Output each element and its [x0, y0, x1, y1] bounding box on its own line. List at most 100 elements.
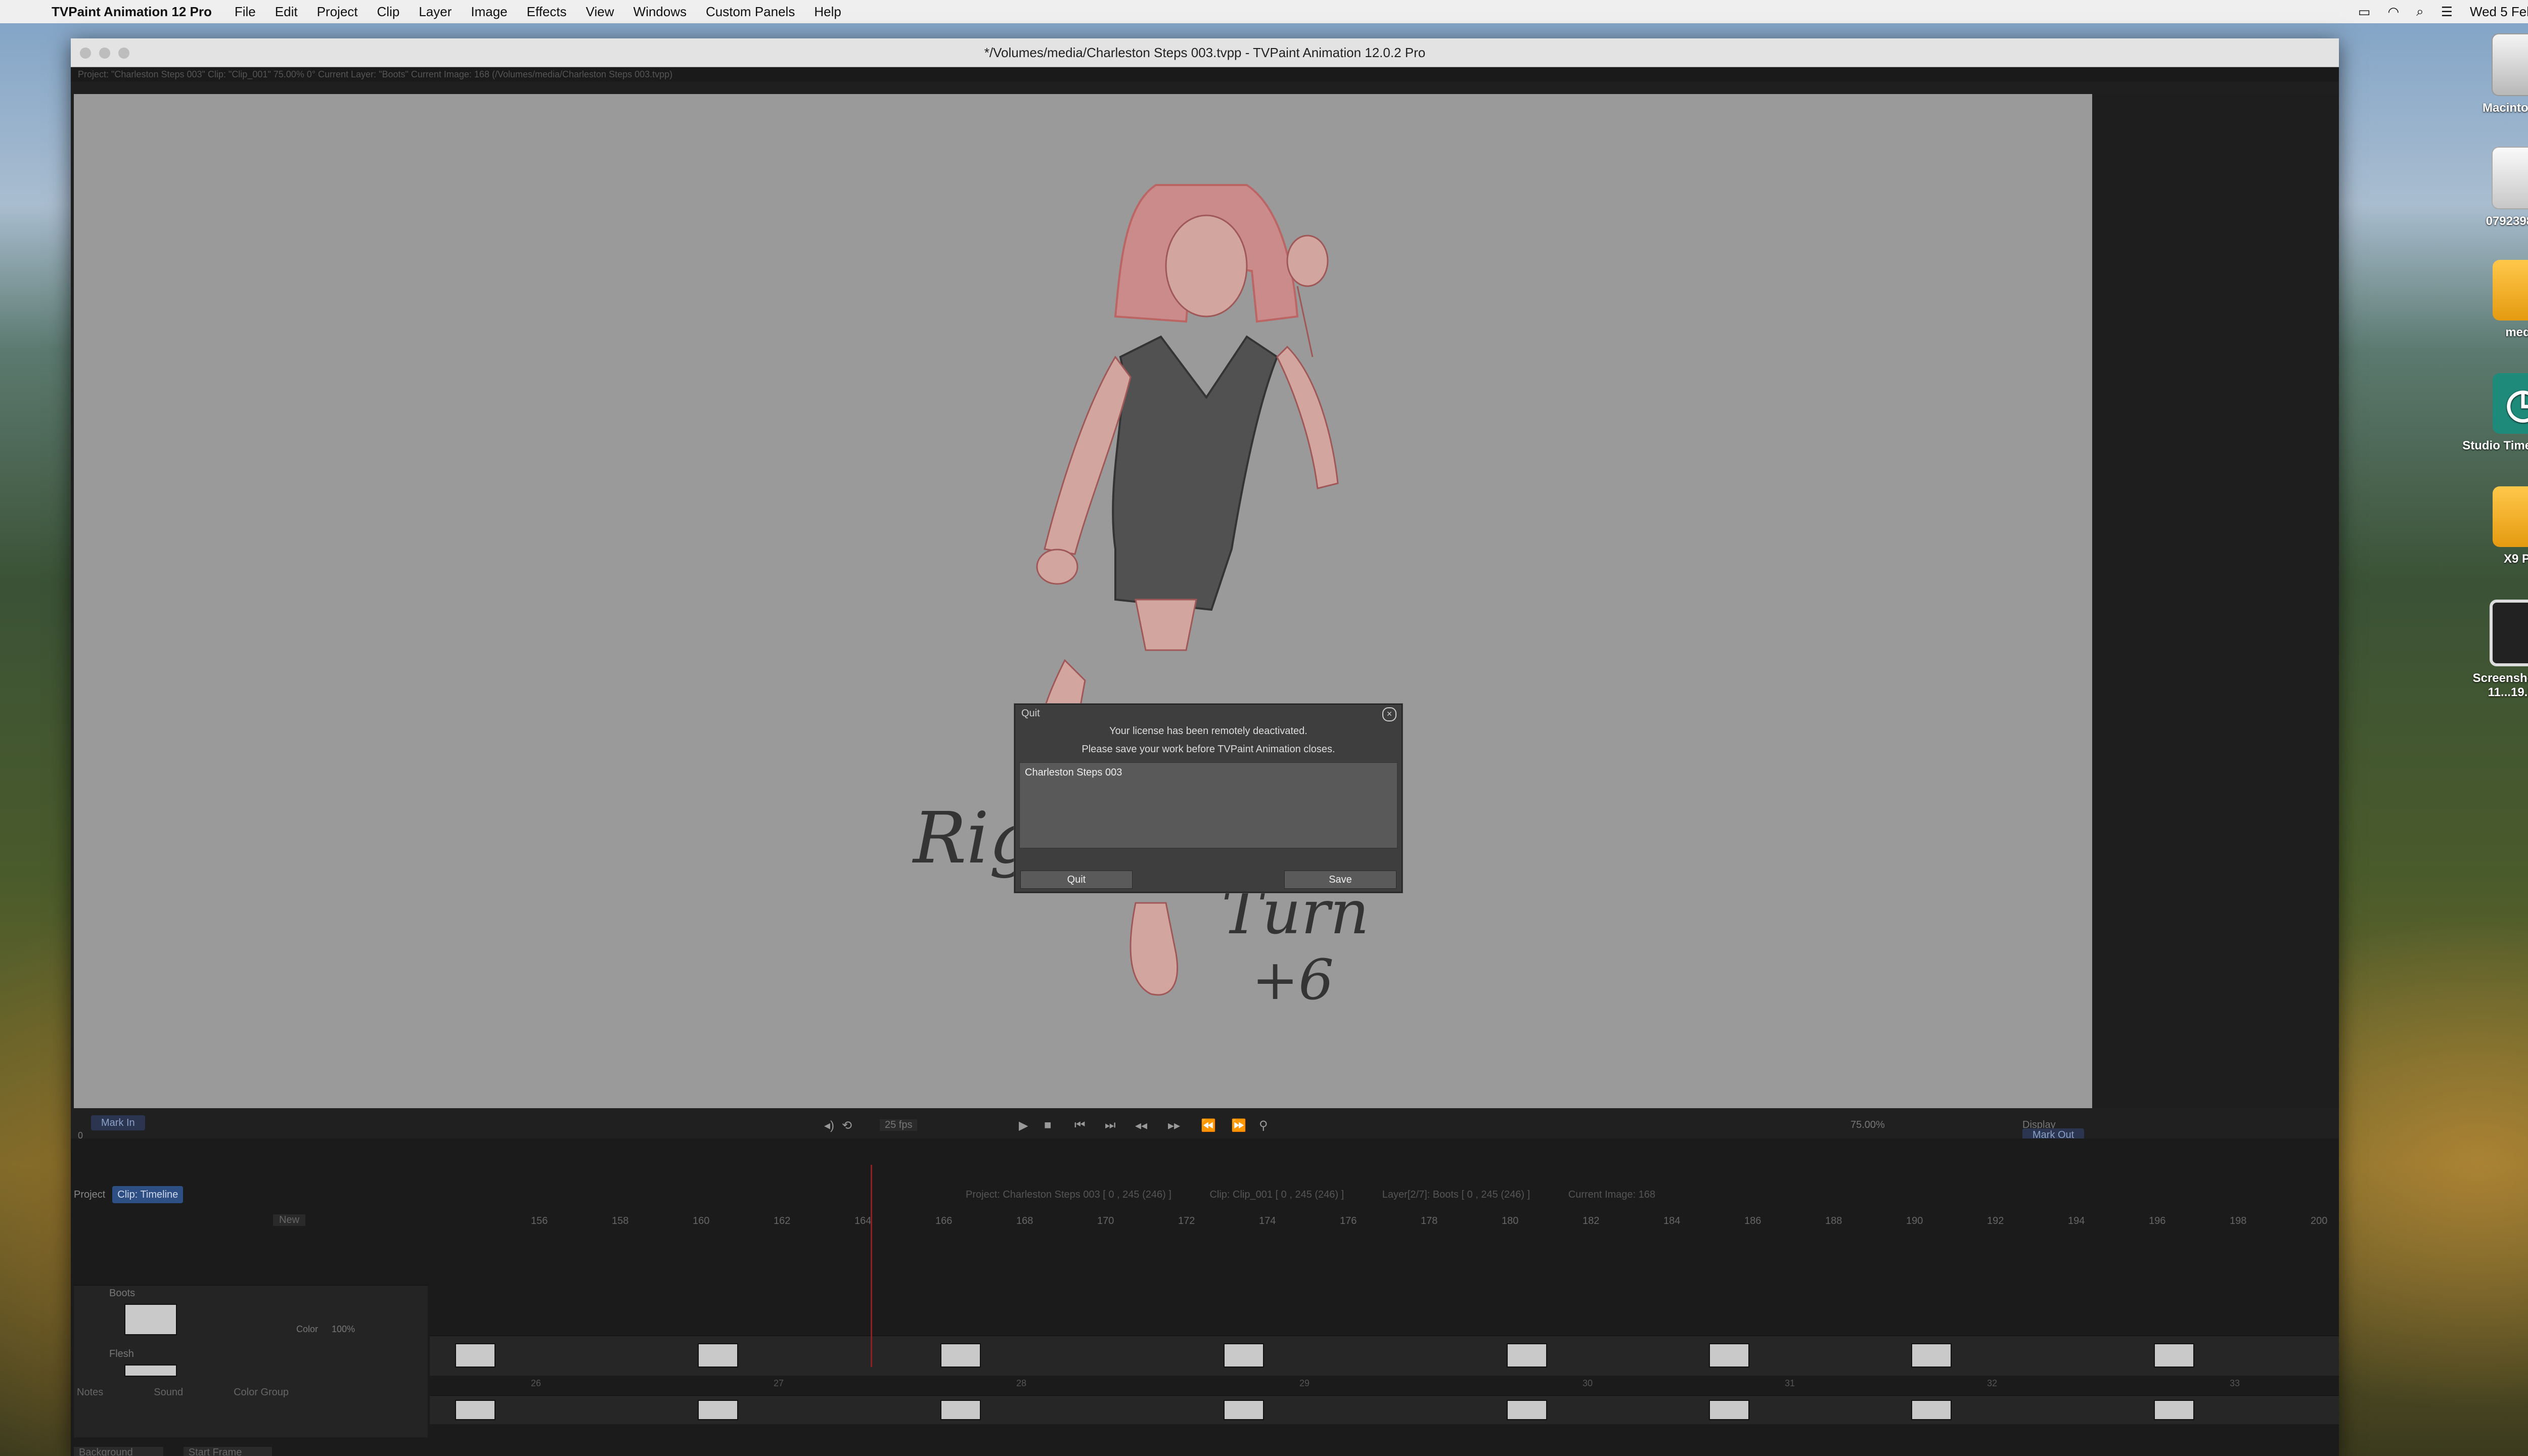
clip-summary: Clip: Clip_001 [ 0 , 245 (246) ]: [1209, 1189, 1344, 1200]
spotlight-search-icon[interactable]: ⌕: [2416, 4, 2424, 20]
color-group-tab[interactable]: Color Group: [234, 1387, 289, 1398]
go-to-start-icon[interactable]: ⏮: [1074, 1118, 1086, 1132]
mark-in-button[interactable]: Mark In: [91, 1115, 145, 1130]
menu-project[interactable]: Project: [317, 4, 358, 20]
exposure-number: 32: [1987, 1378, 1998, 1388]
save-button[interactable]: Save: [1284, 871, 1396, 889]
new-layer-button[interactable]: New: [273, 1214, 306, 1226]
app-menu[interactable]: TVPaint Animation 12 Pro: [52, 4, 212, 20]
tab-clip-timeline[interactable]: Clip: Timeline: [112, 1186, 184, 1203]
window-controls: [80, 48, 129, 59]
frame-ruler-top[interactable]: 156 158 160 162 164 166 168 170 172 174 …: [455, 1212, 2339, 1231]
next-key-icon[interactable]: ⏩: [1231, 1118, 1246, 1133]
menu-help[interactable]: Help: [814, 4, 841, 20]
layer-name-flesh[interactable]: Flesh: [109, 1348, 134, 1360]
close-icon[interactable]: ×: [1382, 707, 1396, 721]
exposure-frame[interactable]: [1709, 1343, 1749, 1368]
exposure-frame[interactable]: [2154, 1400, 2194, 1420]
disk-icon: [2492, 147, 2528, 209]
layer-footer-tabs: Notes Sound Color Group: [77, 1387, 289, 1398]
ruler-tick: 188: [1825, 1215, 1842, 1226]
stop-icon[interactable]: ■: [1044, 1118, 1052, 1132]
ruler-tick: 158: [612, 1215, 629, 1226]
wifi-icon[interactable]: ◠: [2387, 4, 2399, 20]
sound-tab[interactable]: Sound: [154, 1387, 183, 1398]
zoom-value[interactable]: 75.00%: [1850, 1119, 1885, 1131]
tvpaint-window: */Volumes/media/Charleston Steps 003.tvp…: [71, 38, 2339, 1456]
menu-file[interactable]: File: [235, 4, 256, 20]
menu-windows[interactable]: Windows: [634, 4, 687, 20]
exposure-frame[interactable]: [940, 1400, 981, 1420]
fps-select[interactable]: 25 fps: [880, 1119, 918, 1131]
close-window-icon[interactable]: [80, 48, 91, 59]
exposure-frame[interactable]: [698, 1400, 738, 1420]
zoom-window-icon[interactable]: [118, 48, 129, 59]
window-titlebar[interactable]: */Volumes/media/Charleston Steps 003.tvp…: [71, 38, 2339, 67]
unsaved-documents-list[interactable]: Charleston Steps 003: [1019, 762, 1397, 848]
desktop-icon-label: 07923984351: [2486, 214, 2528, 228]
desktop-icon-x9-pro[interactable]: X9 Pro: [2462, 486, 2528, 566]
exposure-frame[interactable]: [940, 1343, 981, 1368]
layer-thumbnail-boots[interactable]: [124, 1304, 177, 1335]
exposure-number: 29: [1299, 1378, 1310, 1388]
ruler-tick: 190: [1906, 1215, 1923, 1226]
exposure-frame[interactable]: [1911, 1343, 1952, 1368]
start-frame-select[interactable]: Start Frame: [183, 1447, 273, 1456]
timeline-playhead[interactable]: [871, 1165, 872, 1367]
next-frame-icon[interactable]: ▸▸: [1168, 1118, 1180, 1133]
exposure-frame[interactable]: [1709, 1400, 1749, 1420]
exposure-frame[interactable]: [1507, 1343, 1547, 1368]
exposure-number: 28: [1016, 1378, 1027, 1388]
desktop-icon-time-machine[interactable]: ◷ Studio Time Machine: [2462, 373, 2528, 453]
notes-tab[interactable]: Notes: [77, 1387, 103, 1398]
menu-custom-panels[interactable]: Custom Panels: [706, 4, 795, 20]
exposure-number: 27: [774, 1378, 784, 1388]
previous-frame-icon[interactable]: ◂◂: [1135, 1118, 1147, 1133]
time-machine-icon: ◷: [2493, 373, 2528, 434]
exposure-frame[interactable]: [1224, 1400, 1264, 1420]
menu-effects[interactable]: Effects: [527, 4, 567, 20]
exposure-frame[interactable]: [698, 1343, 738, 1368]
loop-icon[interactable]: ⟲: [842, 1118, 852, 1133]
screen-mirroring-icon[interactable]: ▭: [2358, 4, 2371, 20]
track-boots[interactable]: [430, 1336, 2339, 1376]
exposure-frame[interactable]: [1507, 1400, 1547, 1420]
layer-thumbnail-flesh[interactable]: [124, 1364, 177, 1377]
drawing-canvas[interactable]: Right Turn +6 Quit × Your license has be…: [74, 94, 2092, 1108]
exposure-number: 26: [531, 1378, 541, 1388]
menu-clip[interactable]: Clip: [377, 4, 400, 20]
layer-summary: Layer[2/7]: Boots [ 0 , 245 (246) ]: [1382, 1189, 1530, 1200]
tab-project[interactable]: Project: [74, 1186, 105, 1203]
desktop-icon-label: Screenshot 2024-11...19.55.00: [2472, 671, 2528, 699]
menu-layer[interactable]: Layer: [419, 4, 452, 20]
play-icon[interactable]: ▶: [1019, 1118, 1028, 1133]
quit-button[interactable]: Quit: [1020, 871, 1133, 889]
desktop-icon-media[interactable]: media: [2462, 260, 2528, 340]
layer-name-boots[interactable]: Boots: [109, 1288, 135, 1299]
track-flesh[interactable]: [430, 1395, 2339, 1424]
desktop-icon-screenshot[interactable]: Screenshot 2024-11...19.55.00: [2462, 600, 2528, 700]
minimize-window-icon[interactable]: [99, 48, 110, 59]
sound-icon[interactable]: ◂): [824, 1118, 834, 1133]
go-to-end-icon[interactable]: ⏭: [1105, 1118, 1116, 1132]
exposure-frame[interactable]: [455, 1400, 495, 1420]
control-center-icon[interactable]: ☰: [2441, 4, 2453, 20]
exposure-numbers: 26 27 28 29 30 31 32 33: [455, 1378, 2326, 1393]
layer-opacity[interactable]: 100%: [332, 1324, 355, 1335]
ruler-tick: 160: [693, 1215, 710, 1226]
marker-icon[interactable]: ⚲: [1259, 1118, 1268, 1133]
exposure-frame[interactable]: [455, 1343, 495, 1368]
document-item[interactable]: Charleston Steps 003: [1025, 767, 1122, 778]
menu-edit[interactable]: Edit: [275, 4, 298, 20]
desktop-icon-disk[interactable]: 07923984351: [2462, 147, 2528, 229]
desktop-icon-macintosh-hd[interactable]: Macintosh HD: [2462, 33, 2528, 115]
previous-key-icon[interactable]: ⏪: [1201, 1118, 1216, 1133]
ruler-tick: 176: [1340, 1215, 1357, 1226]
exposure-frame[interactable]: [1224, 1343, 1264, 1368]
menu-image[interactable]: Image: [471, 4, 507, 20]
menu-view[interactable]: View: [586, 4, 614, 20]
exposure-frame[interactable]: [1911, 1400, 1952, 1420]
background-select[interactable]: Background: [74, 1447, 163, 1456]
exposure-frame[interactable]: [2154, 1343, 2194, 1368]
clock[interactable]: Wed 5 Feb 16:41: [2470, 4, 2528, 20]
